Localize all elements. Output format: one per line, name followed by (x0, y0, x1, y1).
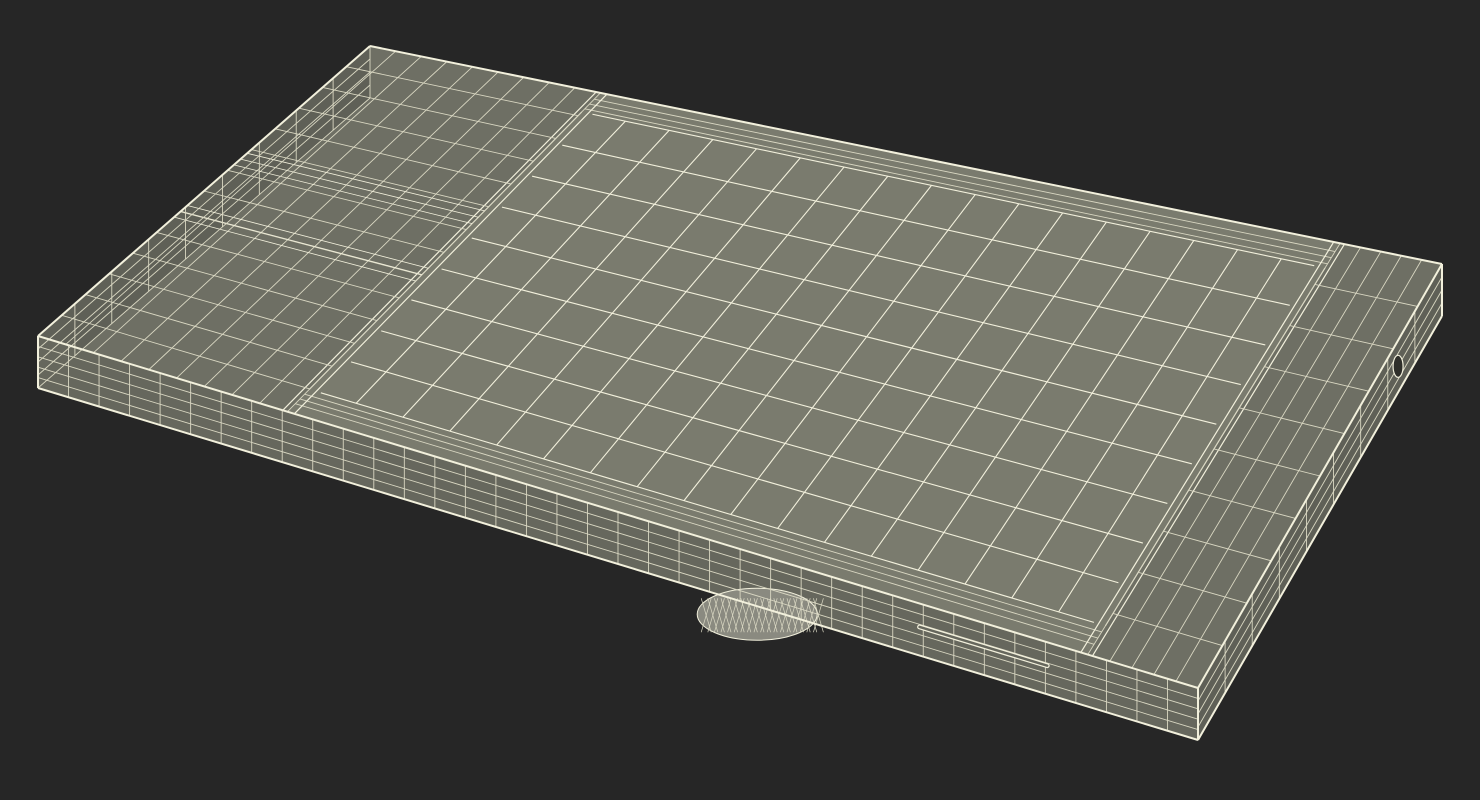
headphone-port (1392, 354, 1404, 378)
wireframe-scene (0, 0, 1480, 800)
